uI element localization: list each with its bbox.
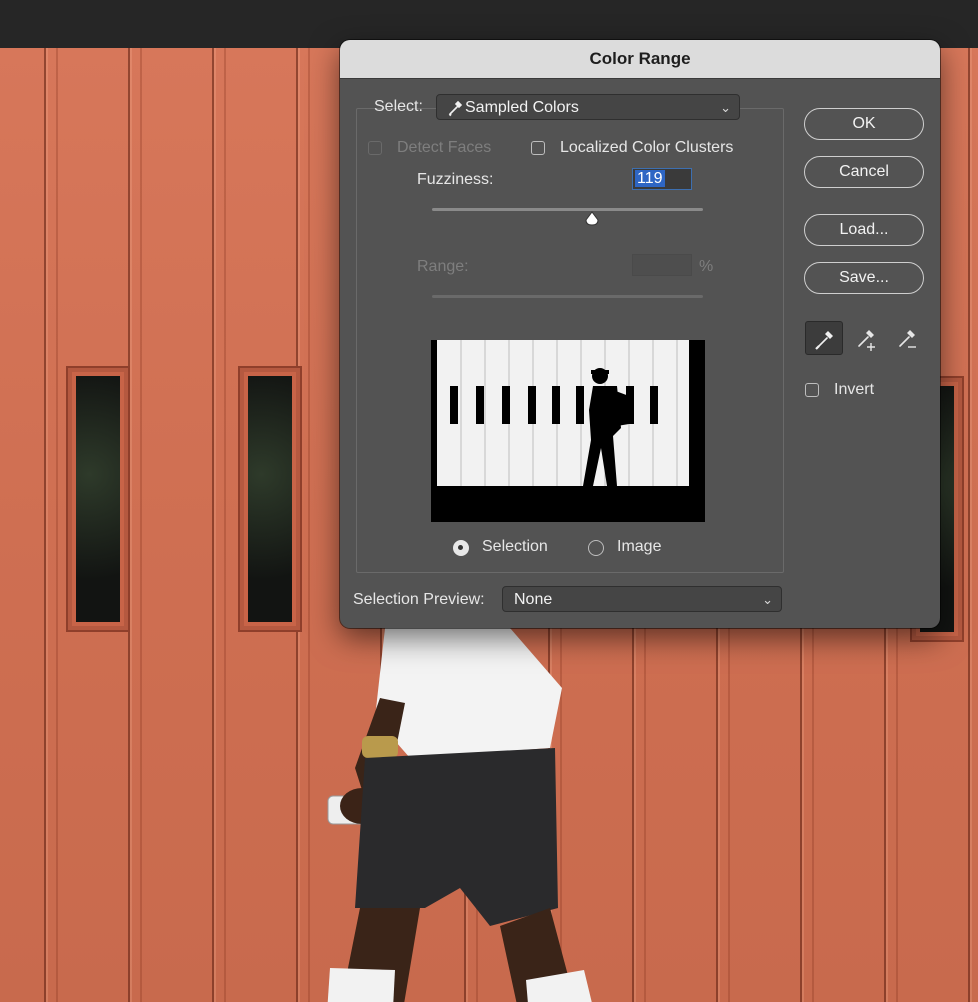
fuzziness-value: 119 (635, 170, 665, 187)
selection-preview-dropdown[interactable]: None ⌄ (502, 586, 782, 612)
dialog-title: Color Range (340, 40, 940, 79)
localized-clusters-checkbox[interactable] (531, 141, 545, 155)
walking-person-photo (327, 628, 592, 1002)
fuzziness-label: Fuzziness: (417, 171, 494, 188)
wall-window-middle (240, 368, 300, 630)
range-input[interactable] (632, 254, 692, 276)
detect-faces-checkbox[interactable] (368, 141, 382, 155)
selection-preview-image (431, 340, 705, 522)
select-dropdown[interactable]: Sampled Colors ⌄ (436, 94, 740, 120)
eyedropper-minus-icon[interactable] (888, 321, 926, 355)
selection-radio-label: Selection (482, 538, 548, 555)
load-button[interactable]: Load... (804, 214, 924, 246)
eyedropper-icon (447, 95, 463, 130)
selection-preview-label: Selection Preview: (353, 591, 485, 608)
selection-radio[interactable] (453, 540, 469, 556)
image-radio[interactable] (588, 540, 604, 556)
invert-checkbox[interactable] (805, 383, 819, 397)
select-value: Sampled Colors (465, 99, 579, 116)
range-slider[interactable] (432, 295, 703, 298)
select-label: Select: (374, 98, 423, 115)
fuzziness-slider-thumb[interactable] (584, 211, 600, 227)
save-button[interactable]: Save... (804, 262, 924, 294)
image-radio-label: Image (617, 538, 662, 555)
chevron-down-icon: ⌄ (720, 100, 731, 115)
chevron-down-icon: ⌄ (762, 592, 773, 607)
range-label: Range: (417, 258, 469, 275)
eyedropper-icon[interactable] (805, 321, 843, 355)
invert-label: Invert (834, 381, 875, 398)
eyedropper-plus-icon[interactable] (847, 321, 885, 355)
cancel-button[interactable]: Cancel (804, 156, 924, 188)
localized-clusters-label: Localized Color Clusters (560, 139, 734, 156)
ok-button[interactable]: OK (804, 108, 924, 140)
wall-window-left (68, 368, 128, 630)
fuzziness-slider[interactable] (432, 208, 703, 211)
selection-preview-value: None (514, 591, 553, 608)
range-unit: % (699, 258, 714, 275)
color-range-dialog: Color Range Select: Sampled Colors ⌄ Det… (340, 40, 940, 628)
fuzziness-input[interactable]: 119 (632, 168, 692, 190)
detect-faces-label: Detect Faces (397, 139, 492, 156)
